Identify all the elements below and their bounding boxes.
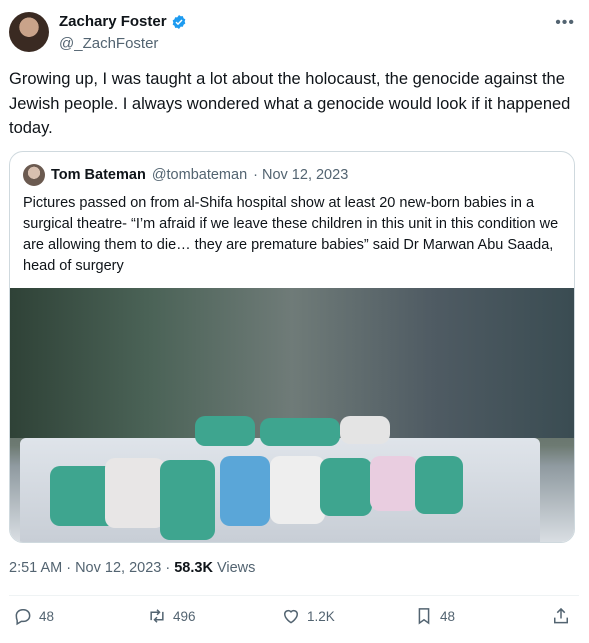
quoted-author-avatar	[23, 164, 45, 186]
photo-bundle	[370, 456, 418, 511]
author-handle[interactable]: @_ZachFoster	[59, 35, 158, 52]
author-name[interactable]: Zachary Foster	[59, 13, 167, 30]
reply-count: 48	[39, 608, 55, 624]
photo-bundle	[105, 458, 165, 528]
photo-bundle	[340, 416, 390, 444]
photo-bundle	[320, 458, 372, 516]
author-avatar[interactable]	[9, 12, 49, 52]
reply-button[interactable]: 48	[13, 606, 54, 626]
bookmark-count: 48	[440, 608, 456, 624]
tweet-header: Zachary Foster @_ZachFoster •••	[9, 10, 579, 60]
reply-icon	[15, 609, 31, 626]
heart-icon	[283, 609, 299, 624]
photo-bundle	[220, 456, 270, 526]
share-button[interactable]	[551, 606, 571, 626]
share-icon	[554, 607, 568, 624]
photo-bundle	[195, 416, 255, 446]
quoted-author-handle: @tombateman	[151, 167, 248, 183]
photo-bundle	[415, 456, 463, 514]
photo-bundle	[270, 456, 325, 524]
action-bar: 48 496 1.2K 48	[9, 606, 579, 634]
tweet-meta: 2:51 AM · Nov 12, 2023 · 58.3K Views	[9, 560, 255, 576]
quoted-tweet-date: · Nov 12, 2023	[253, 167, 349, 183]
author-name-row: Zachary Foster	[59, 13, 187, 30]
like-count: 1.2K	[307, 608, 335, 624]
quoted-tweet-text: Pictures passed on from al-Shifa hospita…	[23, 195, 559, 274]
photo-bundle	[160, 460, 215, 540]
quoted-tweet[interactable]: Tom Bateman @tombateman · Nov 12, 2023 P…	[9, 151, 575, 543]
quoted-author-name: Tom Bateman	[51, 167, 146, 183]
photo-background	[10, 288, 574, 438]
views-count: 58.3K	[174, 560, 213, 576]
repost-icon	[150, 609, 164, 623]
verified-badge-icon	[172, 14, 185, 29]
repost-button[interactable]: 496	[147, 606, 196, 626]
bookmark-icon	[418, 608, 430, 625]
photo-bundle	[260, 418, 340, 446]
tweet-timestamp[interactable]: 2:51 AM · Nov 12, 2023 ·	[9, 560, 174, 576]
quoted-tweet-header: Tom Bateman @tombateman · Nov 12, 2023	[23, 164, 348, 186]
repost-count: 496	[173, 608, 196, 624]
more-horizontal-icon[interactable]: •••	[555, 14, 575, 32]
divider	[9, 595, 579, 596]
like-button[interactable]: 1.2K	[281, 606, 335, 626]
views-label: Views	[212, 560, 256, 576]
quoted-tweet-photo[interactable]	[10, 288, 574, 542]
bookmark-button[interactable]: 48	[414, 606, 455, 626]
tweet-text: Growing up, I was taught a lot about the…	[9, 70, 571, 137]
